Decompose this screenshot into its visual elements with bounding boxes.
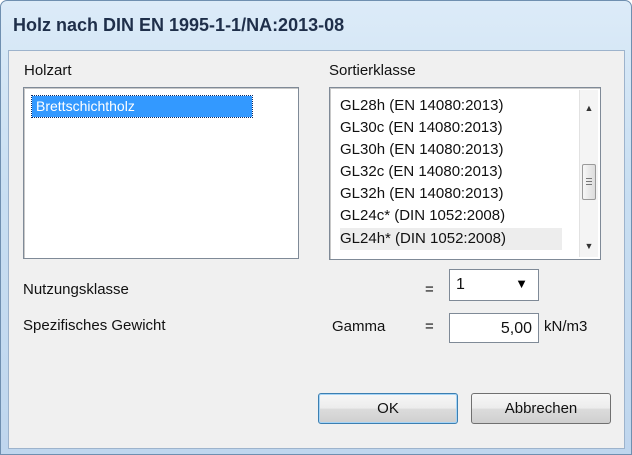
gewicht-label: Spezifisches Gewicht <box>23 317 166 334</box>
holzart-label: Holzart <box>24 62 72 79</box>
scroll-down-icon[interactable]: ▼ <box>580 238 598 255</box>
ok-button[interactable]: OK <box>318 393 458 424</box>
nutzungsklasse-label: Nutzungsklasse <box>23 281 129 298</box>
grip-line <box>586 181 592 182</box>
scroll-thumb[interactable] <box>582 164 596 200</box>
gewicht-unit: kN/m3 <box>544 318 588 335</box>
sortierklasse-list[interactable]: GL28h (EN 14080:2013) GL30c (EN 14080:20… <box>329 87 601 260</box>
grip-line <box>586 178 592 179</box>
sortierklasse-scrollbar[interactable]: ▲ ▼ <box>579 90 598 257</box>
list-item[interactable]: GL24c* (DIN 1052:2008) <box>340 205 505 227</box>
gewicht-input[interactable]: 5,00 <box>449 313 539 343</box>
sortierklasse-label: Sortierklasse <box>329 62 416 79</box>
holzart-item-selected[interactable]: Brettschichtholz <box>31 95 253 118</box>
chevron-down-icon[interactable]: ▼ <box>515 276 528 291</box>
nutzungsklasse-dropdown[interactable]: 1 ▼ <box>449 269 539 301</box>
list-item[interactable]: GL30h (EN 14080:2013) <box>340 139 503 161</box>
scroll-up-icon[interactable]: ▲ <box>580 100 598 117</box>
grip-line <box>586 184 592 185</box>
nutzungsklasse-value: 1 <box>456 276 465 293</box>
holzart-list[interactable]: Brettschichtholz <box>23 87 299 259</box>
list-item[interactable]: GL32h (EN 14080:2013) <box>340 183 503 205</box>
window-title: Holz nach DIN EN 1995-1-1/NA:2013-08 <box>13 15 345 35</box>
gewicht-equals: = <box>425 318 434 335</box>
cancel-button[interactable]: Abbrechen <box>471 393 611 424</box>
list-item[interactable]: GL24h* (DIN 1052:2008) <box>340 228 562 250</box>
gewicht-value: 5,00 <box>500 320 532 337</box>
list-item[interactable]: GL30c (EN 14080:2013) <box>340 117 503 139</box>
nutzungsklasse-equals: = <box>425 281 434 298</box>
list-item[interactable]: GL32c (EN 14080:2013) <box>340 161 503 183</box>
list-item[interactable]: GL28h (EN 14080:2013) <box>340 95 503 117</box>
gamma-label: Gamma <box>332 318 386 335</box>
dialog-window: Holz nach DIN EN 1995-1-1/NA:2013-08 Hol… <box>0 0 632 455</box>
dialog-client-area: Holzart Brettschichtholz Sortierklasse G… <box>8 50 625 449</box>
